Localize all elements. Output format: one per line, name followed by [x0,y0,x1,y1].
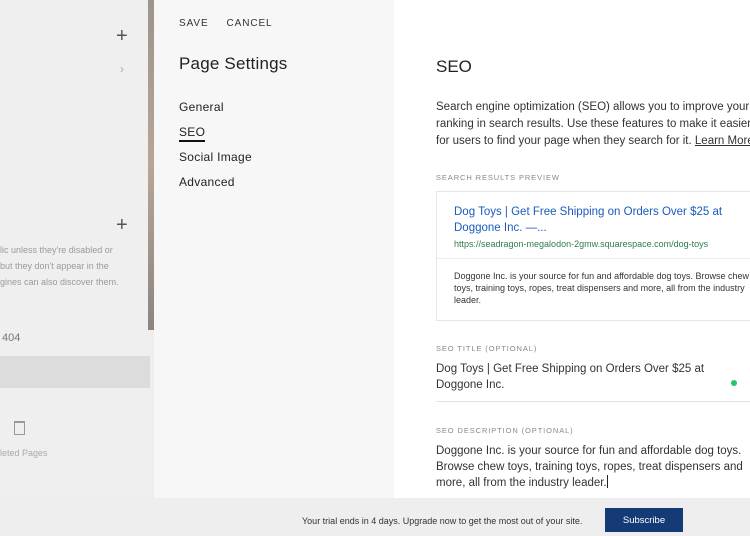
nav-item-seo[interactable]: SEO [179,125,206,142]
nav-item-social-image[interactable]: Social Image [179,150,252,164]
preview-title-link[interactable]: Dog Toys | Get Free Shipping on Orders O… [454,204,734,236]
nav-item-advanced[interactable]: Advanced [179,175,235,189]
nav-item-general[interactable]: General [179,100,224,114]
modal-toolbar: SAVE CANCEL [179,18,273,29]
subscribe-button[interactable]: Subscribe [605,508,683,532]
background-text-line: but they don't appear in the [0,261,109,271]
deleted-pages-label[interactable]: leted Pages [0,448,48,458]
plus-icon[interactable]: + [116,214,128,237]
search-results-preview: Dog Toys | Get Free Shipping on Orders O… [436,191,750,321]
cancel-button[interactable]: CANCEL [227,18,273,29]
background-text-line: lic unless they're disabled or [0,245,113,255]
check-dot-icon [731,380,737,386]
background-text-line: gines can also discover them. [0,277,119,287]
trash-icon[interactable] [14,421,25,435]
settings-nav: General SEO Social Image Advanced [179,100,252,200]
chevron-right-icon[interactable]: › [120,62,124,76]
settings-sidebar: SAVE CANCEL Page Settings General SEO So… [154,0,394,498]
seo-description-input[interactable]: Doggone Inc. is your source for fun and … [436,443,750,491]
preview-url: https://seadragon-megalodon-2gmw.squares… [454,239,709,249]
text-caret [606,475,608,488]
learn-more-link[interactable]: Learn More [695,135,750,147]
modal-title: Page Settings [179,54,288,73]
seo-title-input[interactable]: Dog Toys | Get Free Shipping on Orders O… [436,361,736,393]
section-title: SEO [436,57,472,76]
search-preview-label: SEARCH RESULTS PREVIEW [436,173,560,182]
seo-title-label: SEO TITLE (OPTIONAL) [436,344,538,353]
seo-panel: SEO Search engine optimization (SEO) all… [394,0,750,498]
trial-message: Your trial ends in 4 days. Upgrade now t… [302,516,583,526]
seo-description-label: SEO DESCRIPTION (OPTIONAL) [436,426,574,435]
seo-intro: Search engine optimization (SEO) allows … [436,99,750,150]
seo-title-underline [436,401,750,402]
preview-description: Doggone Inc. is your source for fun and … [454,271,750,305]
plus-icon[interactable]: + [116,25,128,48]
page-404-label: 404 [2,332,21,344]
preview-divider [437,258,750,259]
background-selected-row [0,356,150,388]
seo-description-text: Doggone Inc. is your source for fun and … [436,445,743,489]
save-button[interactable]: SAVE [179,18,209,29]
